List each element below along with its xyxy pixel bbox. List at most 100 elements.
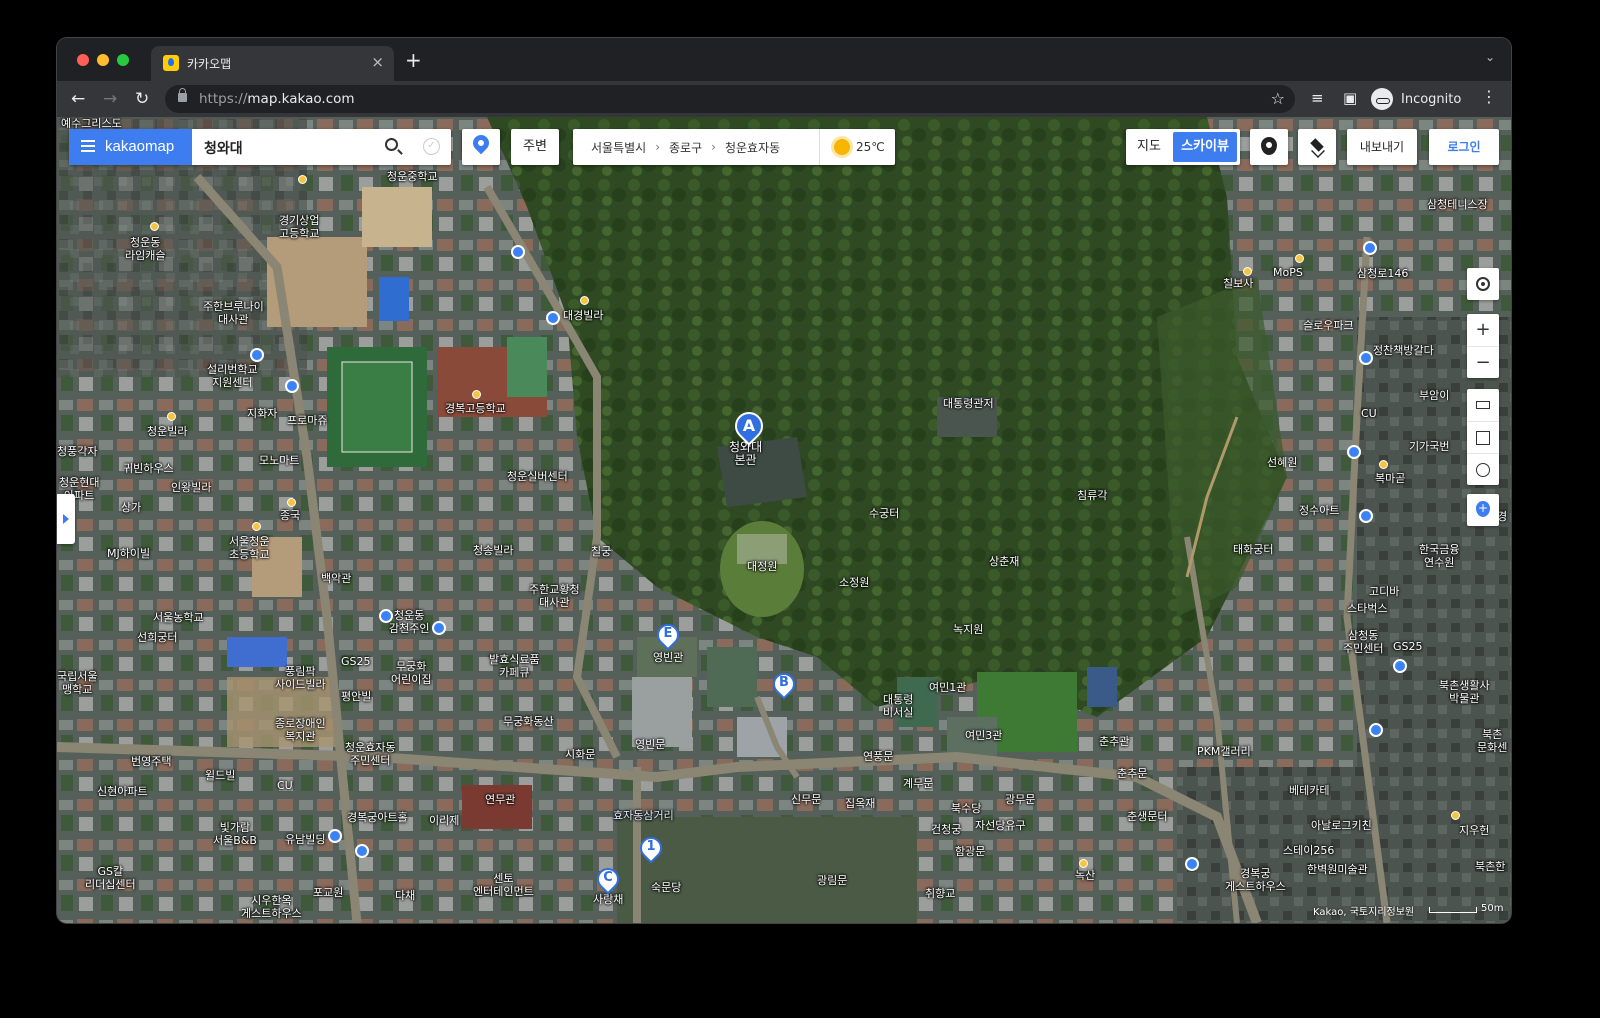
map-label[interactable]: 정수아트 (1299, 504, 1339, 517)
map-label[interactable]: 북촌 문화센 (1477, 728, 1507, 754)
map-label[interactable]: 청운효자동 주민센터 (345, 741, 396, 767)
map-label[interactable]: 귀빈하우스 (123, 462, 174, 475)
map-label[interactable]: 빛가람 서울B&B (213, 821, 257, 847)
map-label[interactable]: 선혜원 (1267, 456, 1297, 469)
map-label[interactable]: 주한브루나이 대사관 (203, 300, 264, 326)
browser-menu-icon[interactable]: ⋮ (1481, 87, 1497, 106)
map-label[interactable]: 청송빌라 (473, 544, 513, 557)
map-label[interactable]: 시화문 (565, 748, 595, 761)
forward-arrow-icon[interactable]: → (103, 89, 117, 109)
map-label[interactable]: 삼청로146 (1357, 267, 1408, 280)
map-label[interactable]: 정찬책방갈다 (1373, 344, 1434, 357)
map-label[interactable]: 경복궁아트홀 (347, 811, 408, 824)
map-label[interactable]: 경복고등학교 (445, 402, 506, 415)
map-label[interactable]: 베테카테 (1289, 784, 1329, 797)
map-label[interactable]: 고디바 (1369, 585, 1399, 598)
map-label[interactable]: 종로장애인 복지관 (275, 717, 326, 743)
search-result-marker-a[interactable]: A (729, 406, 769, 448)
map-label[interactable]: 슬로우파크 (1303, 319, 1354, 332)
roadview-button[interactable] (1250, 129, 1288, 165)
map-label[interactable]: 대통령관저 (943, 397, 994, 410)
map-label[interactable]: 한국금융 연수원 (1419, 543, 1459, 569)
search-result-marker-c[interactable]: C (592, 863, 624, 898)
search-result-marker-e[interactable]: E (652, 619, 684, 654)
map-label[interactable]: 평안빌 (341, 690, 371, 703)
back-arrow-icon[interactable]: ← (71, 89, 85, 109)
map-label[interactable]: 주한교황청 대사관 (529, 583, 580, 609)
map-label[interactable]: 발효식료품 카페큐 (489, 653, 540, 679)
map-label[interactable]: 춘추관 (1099, 735, 1129, 748)
map-label[interactable]: 경복궁 게스트하우스 (1225, 867, 1286, 893)
search-icon[interactable] (385, 138, 398, 151)
current-location-button[interactable] (1467, 268, 1499, 300)
map-label[interactable]: 계무문 (903, 777, 933, 790)
breadcrumb-item[interactable]: 종로구 (669, 139, 702, 156)
close-window-button[interactable] (77, 54, 89, 66)
map-label[interactable]: 함광문 (955, 845, 985, 858)
map-label[interactable]: 서울청운 초등학교 (229, 535, 269, 561)
place-icon[interactable] (580, 296, 589, 305)
area-tool-button[interactable] (1467, 421, 1499, 453)
map-label[interactable]: 신현아파트 (97, 785, 148, 798)
map-label[interactable]: 무궁화 어린이집 (391, 660, 431, 686)
maximize-window-button[interactable] (117, 54, 129, 66)
map-label[interactable]: 건청궁 (931, 823, 961, 836)
map-label[interactable]: 한벽원미술관 (1307, 863, 1368, 876)
map-label[interactable]: 국립서울 맹학교 (57, 670, 97, 696)
bus-stop-icon[interactable] (511, 245, 525, 259)
map-label[interactable]: 북촌한 (1475, 860, 1505, 873)
bus-stop-icon[interactable] (379, 609, 393, 623)
map-label[interactable]: 연풍문 (863, 750, 893, 763)
lock-icon[interactable] (178, 88, 187, 102)
zoom-in-button[interactable]: + (1467, 314, 1499, 346)
map-label[interactable]: 모노마트 (259, 454, 299, 467)
place-icon[interactable] (1079, 859, 1088, 868)
bus-stop-icon[interactable] (546, 311, 560, 325)
search-result-marker-b[interactable]: B (768, 668, 800, 703)
bus-stop-icon[interactable] (285, 379, 299, 393)
bus-stop-icon[interactable] (1359, 509, 1373, 523)
bus-stop-icon[interactable] (432, 621, 446, 635)
bus-stop-icon[interactable] (1185, 857, 1199, 871)
map-label[interactable]: 청운동 라임캐슬 (125, 236, 165, 262)
map-label[interactable]: 취향교 (925, 887, 955, 900)
map-label[interactable]: 부암이 (1419, 389, 1449, 402)
place-icon[interactable] (472, 390, 481, 399)
breadcrumb-item[interactable]: 청운효자동 (725, 139, 780, 156)
map-label[interactable]: 청운동 감천주인 (389, 609, 429, 635)
bus-stop-icon[interactable] (355, 844, 369, 858)
map-label[interactable]: 녹산 (1075, 869, 1095, 882)
map-type-map-button[interactable]: 지도 (1126, 129, 1172, 165)
map-label[interactable]: 기가국번 (1409, 440, 1449, 453)
clear-search-icon[interactable]: ✓ (423, 138, 440, 155)
map-label[interactable]: 경기상업 고등학교 (279, 214, 319, 240)
map-label[interactable]: 광림문 (817, 874, 847, 887)
map-label[interactable]: 칠보사 (1223, 277, 1253, 290)
map-label[interactable]: 포교원 (313, 886, 343, 899)
map-label[interactable]: 윌드빌 (205, 769, 235, 782)
incognito-profile-button[interactable]: Incognito (1371, 85, 1461, 113)
map-label[interactable]: PKM갤러리 (1197, 745, 1251, 758)
map-label[interactable]: 녹지원 (953, 623, 983, 636)
tab-close-icon[interactable]: × (371, 53, 384, 71)
search-input[interactable]: 청와대 (204, 138, 243, 158)
map-label[interactable]: 북촌생활사 박물관 (1439, 679, 1490, 705)
tab-search-chevron-icon[interactable]: ⌄ (1485, 50, 1495, 64)
map-label[interactable]: 인왕빌라 (171, 481, 211, 494)
bus-stop-icon[interactable] (328, 829, 342, 843)
map-label[interactable]: GS25 (341, 655, 371, 668)
map-label[interactable]: 설리번학교 지원센터 (207, 363, 258, 389)
map-label[interactable]: 스테이256 (1283, 844, 1334, 857)
map-label[interactable]: 청운중학교 (387, 170, 438, 183)
place-icon[interactable] (252, 522, 261, 531)
nearby-button[interactable]: 주변 (511, 129, 559, 165)
place-icon[interactable] (1451, 811, 1460, 820)
place-icon[interactable] (298, 175, 307, 184)
map-label[interactable]: 청운빌라 (147, 425, 187, 438)
satellite-map[interactable]: 예수그리스도 청운중학교 경기상업 고등학교 청운동 라임캐슬 주한브루나이 대… (57, 117, 1511, 923)
map-label[interactable]: 대경빌라 (563, 309, 603, 322)
map-label[interactable]: 상가 (121, 501, 141, 514)
map-label[interactable]: 유남빌딩 (285, 833, 325, 846)
breadcrumb-item[interactable]: 서울특별시 (591, 139, 646, 156)
layers-button[interactable] (1298, 129, 1336, 165)
